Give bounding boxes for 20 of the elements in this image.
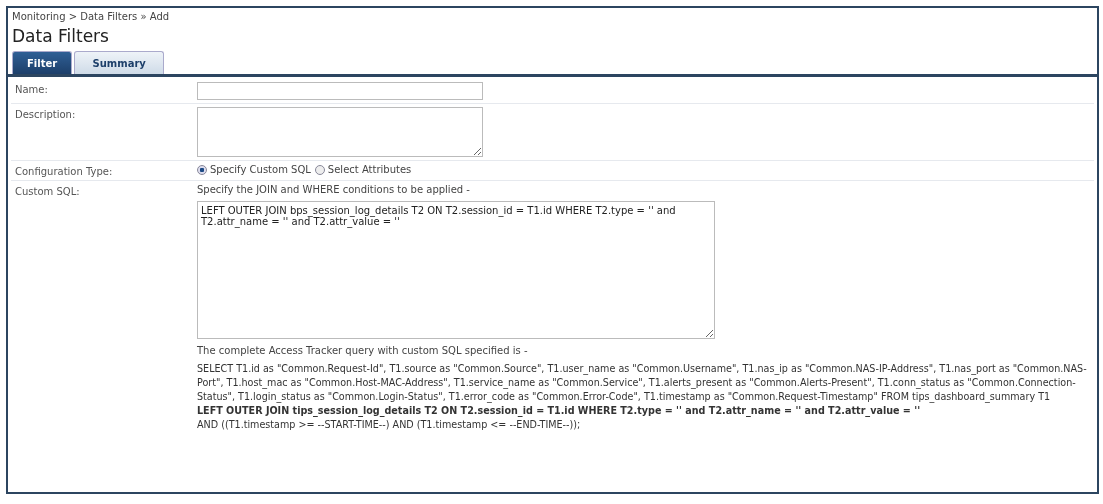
tab[interactable]: Filter <box>12 51 73 74</box>
sql-query-text: SELECT T1.id as "Common.Request-Id", T1.source as "Common.Source", T1.user_name as "Common.Username", T1.nas_ip as "Common.NAS-IP-Address", T1.nas_port as "Common.NAS-Port", T1.host_mac as "Common.Host-MAC-Address", T1.service_name as "Common.Service", T1.alerts_present as "Common.Alerts-Present", T1.conn_status as "Common.Connection-Status", T1.login_status as "Common.Login-Status", T1.error_code as "Common.Error-Code", T1.timestamp as "Common.Request-Timestamp" FROM tips_dashboard_summary T1 <box>197 362 1088 404</box>
query-intro: The complete Access Tracker query with custom SQL specified is - <box>197 345 529 356</box>
field-label: Custom SQL: <box>15 185 81 197</box>
breadcrumb: Monitoring > Data Filters » Add <box>12 11 171 22</box>
sql-query-text: AND ((T1.timestamp >= --START-TIME--) AND (T1.timestamp <= --END-TIME--)); <box>197 418 582 432</box>
tab[interactable]: Summary <box>74 51 165 74</box>
field-label: Name: <box>15 83 49 95</box>
radio-option[interactable]: Select Attributes <box>314 164 412 175</box>
radio-option[interactable]: Specify Custom SQL <box>197 164 311 175</box>
field-label: Configuration Type: <box>15 165 114 177</box>
sql-textarea[interactable]: LEFT OUTER JOIN bps_session_log_details T2 ON T2.session_id = T1.id WHERE T2.type = '' and T2.attr_name = '' and T2.attr_value = '' <box>197 201 715 339</box>
name-input[interactable] <box>197 82 483 100</box>
hint-text: Specify the JOIN and WHERE conditions to be applied - <box>197 184 471 195</box>
description-textarea[interactable] <box>197 107 483 157</box>
radio-icon[interactable] <box>197 164 207 175</box>
radio-icon[interactable] <box>314 164 325 175</box>
page-title: Data Filters <box>12 26 110 46</box>
sql-query-text: LEFT OUTER JOIN tips_session_log_details T2 ON T2.session_id = T1.id WHERE T2.type = '' and T2.attr_name = '' and T2.attr_value = '' <box>197 404 922 418</box>
field-label: Description: <box>15 108 77 120</box>
